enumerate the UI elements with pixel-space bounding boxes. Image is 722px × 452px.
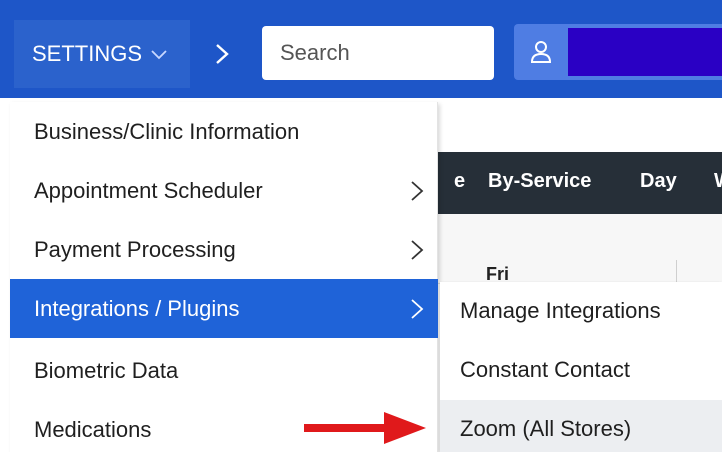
user-icon [530, 41, 552, 63]
menu-item-label: Integrations / Plugins [34, 295, 240, 321]
page: SETTINGS e By-Service Day W [0, 0, 722, 452]
grid-divider [676, 260, 677, 284]
chevron-right-icon [411, 181, 424, 201]
chevron-right-icon [411, 299, 424, 319]
calendar-toolbar: e By-Service Day W [438, 152, 722, 214]
top-navigation-bar: SETTINGS [0, 0, 722, 106]
chevron-right-icon [216, 44, 229, 64]
settings-label: SETTINGS [32, 41, 143, 66]
integrations-submenu: Manage Integrations Constant Contact Zoo… [440, 282, 722, 452]
toolbar-item-week-partial[interactable]: W [714, 170, 722, 193]
menu-item-integrations-plugins[interactable]: Integrations / Plugins [10, 279, 438, 338]
chevron-down-icon [151, 50, 167, 60]
menu-item-label: Payment Processing [34, 236, 236, 262]
menu-item-label: Medications [34, 416, 152, 442]
menu-item-appointment-scheduler[interactable]: Appointment Scheduler [10, 161, 438, 220]
submenu-item-label: Zoom (All Stores) [460, 415, 632, 441]
user-account-field[interactable] [514, 24, 722, 80]
submenu-item-manage-integrations[interactable]: Manage Integrations [440, 282, 722, 339]
menu-item-label: Biometric Data [34, 357, 179, 383]
settings-dropdown-menu: Business/Clinic Information Appointment … [10, 102, 438, 452]
chevron-right-icon [411, 240, 424, 260]
settings-menu-button[interactable]: SETTINGS [14, 20, 190, 88]
menu-item-label: Appointment Scheduler [34, 177, 263, 203]
search-input[interactable] [280, 40, 480, 66]
submenu-item-zoom-all-stores[interactable]: Zoom (All Stores) [440, 400, 722, 452]
toolbar-item-by-service[interactable]: By-Service [488, 170, 591, 193]
submenu-item-constant-contact[interactable]: Constant Contact [440, 341, 722, 398]
toolbar-item-partial[interactable]: e [454, 170, 465, 193]
user-name-redacted [568, 28, 722, 76]
calendar-grid-header [438, 214, 722, 284]
menu-item-payment-processing[interactable]: Payment Processing [10, 220, 438, 279]
menu-item-biometric-data[interactable]: Biometric Data [10, 341, 438, 400]
menu-item-business-clinic-information[interactable]: Business/Clinic Information [10, 102, 438, 161]
submenu-item-label: Constant Contact [460, 356, 630, 382]
red-annotation-arrow-icon [304, 412, 426, 444]
menu-item-label: Business/Clinic Information [34, 118, 300, 144]
submenu-item-label: Manage Integrations [460, 297, 661, 323]
nav-forward-button[interactable] [202, 30, 242, 78]
search-box[interactable] [262, 26, 494, 80]
toolbar-item-day[interactable]: Day [640, 170, 677, 193]
